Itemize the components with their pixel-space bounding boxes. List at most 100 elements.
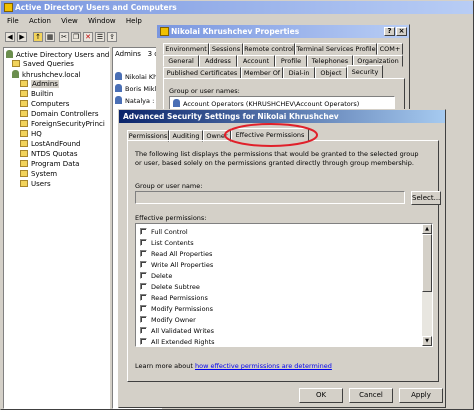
menu-action[interactable]: Action: [25, 16, 55, 27]
tab-address[interactable]: Address: [199, 55, 237, 67]
perm-all-extended-rights[interactable]: All Extended Rights: [140, 338, 215, 346]
perm-delete-subtree[interactable]: Delete Subtree: [140, 283, 200, 292]
perm-write-all-properties[interactable]: Write All Properties: [140, 261, 213, 270]
tab-account[interactable]: Account: [237, 55, 275, 67]
perm-all-validated-writes[interactable]: All Validated Writes: [140, 327, 214, 336]
menu-window[interactable]: Window: [84, 16, 120, 27]
tree-item-ntds-quotas[interactable]: NTDS Quotas: [20, 150, 77, 159]
folder-icon: [20, 80, 28, 87]
aduc-app-icon: [4, 3, 13, 12]
tree-item-root[interactable]: Active Directory Users and C: [6, 50, 109, 60]
tree-item-program-data[interactable]: Program Data: [20, 160, 79, 169]
user-icon: [115, 96, 122, 104]
checkbox[interactable]: [140, 316, 147, 323]
checkbox[interactable]: [140, 338, 147, 345]
export-icon[interactable]: ⇪: [107, 32, 117, 42]
forward-icon[interactable]: ▶: [17, 32, 27, 42]
scroll-thumb[interactable]: [422, 234, 432, 292]
folder-icon: [20, 170, 28, 177]
tree-item-computers[interactable]: Computers: [20, 100, 69, 109]
effective-permissions-label: Effective permissions:: [135, 214, 207, 222]
tab-profile[interactable]: Profile: [275, 55, 307, 67]
checkbox[interactable]: [140, 228, 147, 235]
cut-icon[interactable]: ✂: [59, 32, 69, 42]
learn-more-link[interactable]: how effective permissions are determined: [195, 362, 332, 370]
perm-modify-owner[interactable]: Modify Owner: [140, 316, 196, 325]
scroll-up-icon[interactable]: ▲: [422, 224, 432, 234]
learn-more-text: Learn more about how effective permissio…: [135, 362, 332, 370]
tree-item-lostandfound[interactable]: LostAndFound: [20, 140, 81, 149]
checkbox[interactable]: [140, 272, 147, 279]
perm-read-all-properties[interactable]: Read All Properties: [140, 250, 212, 259]
permissions-scrollbar[interactable]: ▲ ▼: [422, 224, 432, 346]
properties-title: Nikolai Khrushchev Properties: [171, 27, 300, 36]
show-tree-icon[interactable]: ▦: [45, 32, 55, 42]
select-button[interactable]: Select...: [411, 191, 441, 205]
checkbox[interactable]: [140, 283, 147, 290]
user-icon: [115, 84, 122, 92]
tab-general[interactable]: General: [163, 55, 199, 67]
menu-help[interactable]: Help: [122, 16, 146, 27]
properties-icon[interactable]: ☰: [95, 32, 105, 42]
menu-file[interactable]: File: [3, 16, 23, 27]
up-folder-icon[interactable]: ↑: [33, 32, 43, 42]
checkbox[interactable]: [140, 327, 147, 334]
menu-view[interactable]: View: [57, 16, 82, 27]
tab-remote-control[interactable]: Remote control: [243, 43, 295, 55]
user-icon: [115, 72, 122, 80]
tree-item-hq[interactable]: HQ: [20, 130, 42, 139]
perm-modify-permissions[interactable]: Modify Permissions: [140, 305, 213, 314]
list-item[interactable]: Natalya :: [115, 96, 154, 105]
advanced-title: Advanced Security Settings for Nikolai K…: [123, 112, 339, 121]
folder-icon: [20, 120, 28, 127]
perm-list-contents[interactable]: List Contents: [140, 239, 194, 248]
tab-environment[interactable]: Environment: [163, 43, 209, 55]
directory-icon: [6, 50, 13, 58]
checkbox[interactable]: [140, 305, 147, 312]
tab-com[interactable]: COM+: [377, 43, 403, 55]
tree-item-saved-queries[interactable]: Saved Queries: [12, 60, 74, 69]
back-icon[interactable]: ◀: [5, 32, 15, 42]
tree-item-domain[interactable]: khrushchev.local: [12, 70, 81, 80]
folder-icon: [20, 160, 28, 167]
perm-full-control[interactable]: Full Control: [140, 228, 188, 237]
list-item[interactable]: Boris Mikl: [115, 84, 156, 93]
properties-app-icon: [160, 27, 169, 36]
perm-delete[interactable]: Delete: [140, 272, 172, 281]
checkbox[interactable]: [140, 239, 147, 246]
checkbox[interactable]: [140, 294, 147, 301]
properties-title-bar[interactable]: Nikolai Khrushchev Properties ? ×: [157, 25, 409, 38]
aduc-toolbar: ◀ ▶ ↑ ▦ ✂ ❐ ✕ ☰ ⇪: [3, 30, 163, 45]
checkbox[interactable]: [140, 250, 147, 257]
tree-item-system[interactable]: System: [20, 170, 57, 179]
folder-icon: [20, 90, 28, 97]
folder-icon: [20, 180, 28, 187]
perm-read-permissions[interactable]: Read Permissions: [140, 294, 208, 303]
scroll-down-icon[interactable]: ▼: [422, 336, 432, 346]
tab-ts-profile[interactable]: Terminal Services Profile: [295, 43, 377, 55]
list-item[interactable]: Nikolai Kh: [115, 72, 157, 81]
tab-sessions[interactable]: Sessions: [209, 43, 243, 55]
tree-item-builtin[interactable]: Builtin: [20, 90, 53, 99]
tree-item-admins[interactable]: Admins: [20, 80, 59, 89]
help-icon[interactable]: ?: [384, 27, 395, 36]
delete-icon[interactable]: ✕: [83, 32, 93, 42]
apply-button[interactable]: Apply: [399, 388, 443, 403]
copy-icon[interactable]: ❐: [71, 32, 81, 42]
tree-item-users[interactable]: Users: [20, 180, 51, 189]
close-icon[interactable]: ×: [396, 27, 407, 36]
effective-permissions-list[interactable]: Full Control List Contents Read All Prop…: [135, 223, 433, 347]
highlight-ellipse: [224, 123, 318, 147]
aduc-title-bar[interactable]: Active Directory Users and Computers: [1, 1, 473, 14]
tree-item-domain-controllers[interactable]: Domain Controllers: [20, 110, 98, 119]
checkbox[interactable]: [140, 261, 147, 268]
aduc-title: Active Directory Users and Computers: [15, 3, 177, 12]
tab-security[interactable]: Security: [347, 65, 383, 79]
cancel-button[interactable]: Cancel: [349, 388, 393, 403]
group-user-field[interactable]: [135, 191, 405, 204]
description-text: The following list displays the permissi…: [135, 150, 419, 167]
ok-button[interactable]: OK: [299, 388, 343, 403]
tree-item-foreign-security[interactable]: ForeignSecurityPrinci: [20, 120, 105, 129]
tree-pane[interactable]: Active Directory Users and C Saved Queri…: [3, 47, 110, 409]
group-item[interactable]: Account Operators (KHRUSHCHEV\Account Op…: [173, 99, 359, 108]
